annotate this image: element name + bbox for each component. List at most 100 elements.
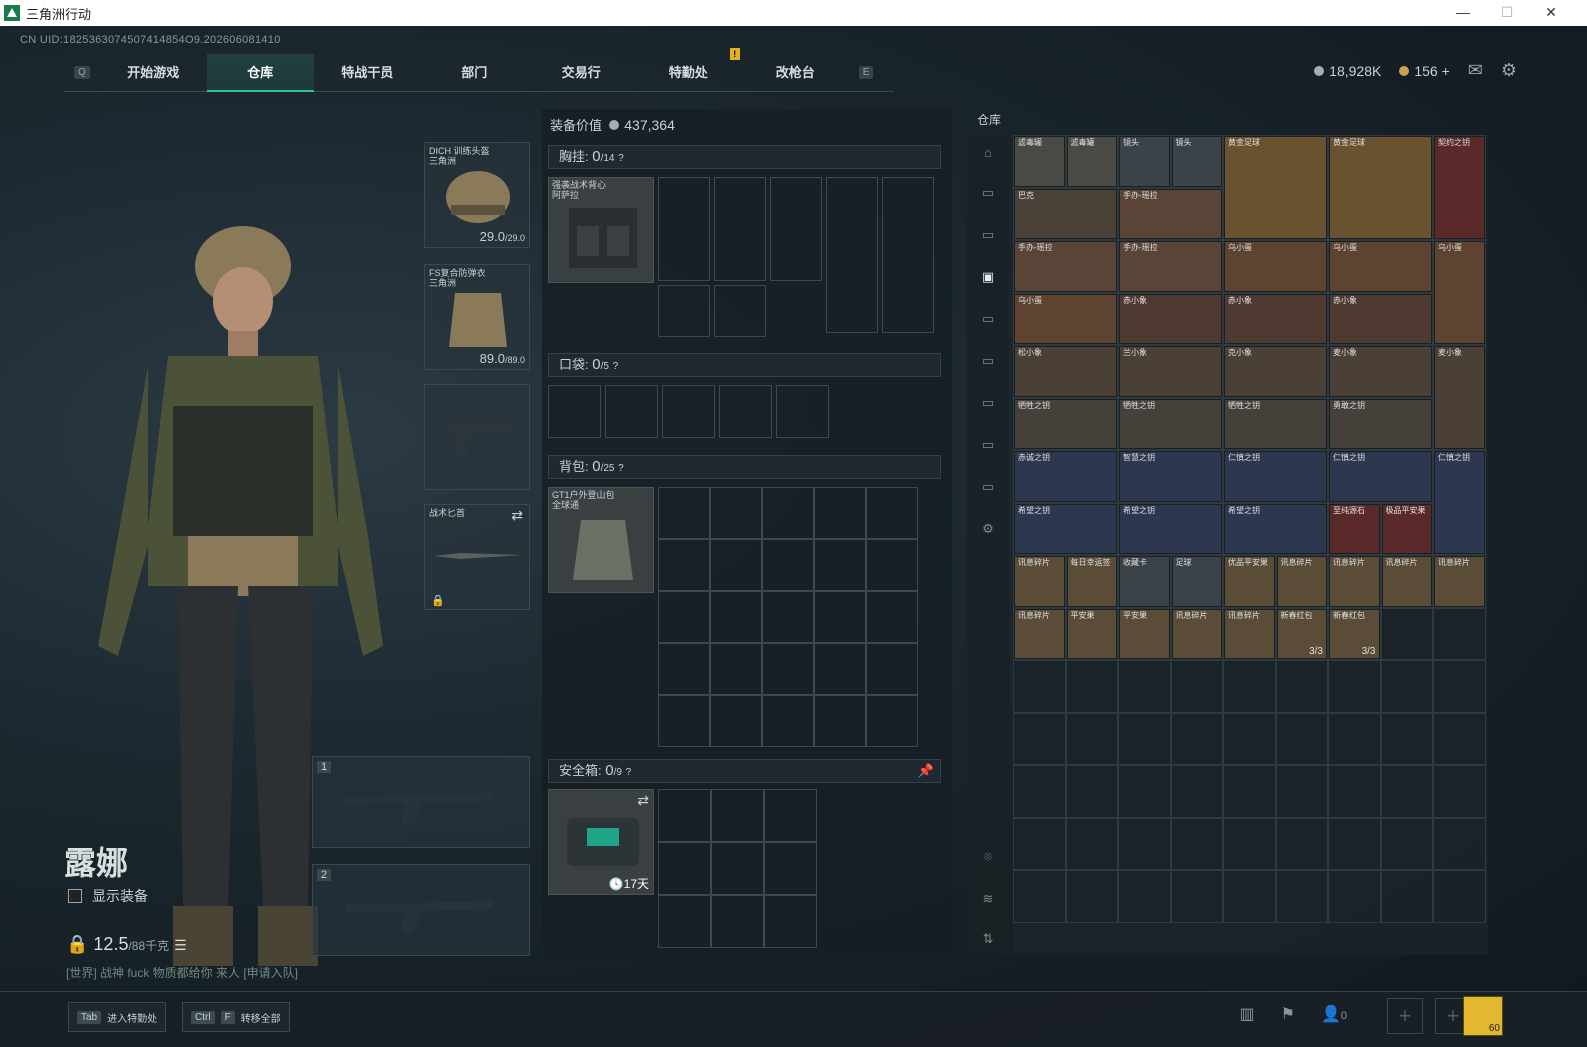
warehouse-item[interactable]: 克小象 xyxy=(1224,346,1327,397)
warehouse-item[interactable]: 讯息碎片 xyxy=(1329,556,1380,607)
warehouse-cell[interactable] xyxy=(1013,660,1066,713)
pistol-slot[interactable] xyxy=(424,384,530,490)
add-gold-button[interactable]: + xyxy=(1442,63,1450,79)
pocket-cell[interactable] xyxy=(719,385,772,438)
primary-weapon-slot-1[interactable]: 1 xyxy=(312,756,530,848)
checkbox[interactable] xyxy=(68,889,82,903)
warehouse-item[interactable]: 仁慎之钥 xyxy=(1329,451,1432,502)
backpack-cell[interactable] xyxy=(762,539,814,591)
warehouse-cell[interactable] xyxy=(1170,817,1223,870)
warehouse-item[interactable]: 每日幸运签 xyxy=(1066,556,1117,607)
warehouse-item[interactable]: 手办-瑶拉 xyxy=(1014,241,1117,292)
warehouse-item[interactable]: 乌小蛋 xyxy=(1014,293,1117,344)
trophy-icon[interactable]: ⌾ xyxy=(978,849,998,867)
warehouse-cell[interactable] xyxy=(1223,660,1276,713)
warehouse-item[interactable]: 麦小象 xyxy=(1434,346,1485,449)
warehouse-item[interactable]: 赤诚之钥 xyxy=(1014,451,1117,502)
backpack-cell[interactable] xyxy=(814,695,866,747)
player-avatar[interactable]: 60 xyxy=(1463,996,1503,1036)
close-button[interactable]: ✕ xyxy=(1529,0,1573,26)
chest-rig-cell[interactable] xyxy=(882,177,934,333)
warehouse-cell[interactable] xyxy=(1118,712,1171,765)
warehouse-cell[interactable] xyxy=(1275,660,1328,713)
warehouse-item[interactable]: 乌小蛋 xyxy=(1224,241,1327,292)
melee-slot[interactable]: 战术匕首 ⇄ 🔒 xyxy=(424,504,530,610)
tab-department[interactable]: 部门 xyxy=(421,54,528,92)
filter-gt1-icon[interactable]: ▭ xyxy=(978,185,998,203)
warehouse-cell[interactable] xyxy=(1328,712,1381,765)
warehouse-item[interactable]: 滤毒罐 xyxy=(1014,136,1065,187)
warehouse-item[interactable]: 松小象 xyxy=(1014,346,1117,397)
tab-gunsmith[interactable]: 改枪台 xyxy=(742,54,849,92)
warehouse-cell[interactable] xyxy=(1380,817,1433,870)
warehouse-item[interactable]: 牺牲之钥 xyxy=(1224,398,1327,449)
backpack-cell[interactable] xyxy=(710,539,762,591)
filter-iv2-icon[interactable]: ▭ xyxy=(978,437,998,455)
armor-slot[interactable]: FS复合防弹衣 三角洲 89.0/89.0 xyxy=(424,264,530,370)
warehouse-item[interactable]: 手办-瑶拉 xyxy=(1119,241,1222,292)
warehouse-cell[interactable] xyxy=(1013,817,1066,870)
warehouse-cell[interactable] xyxy=(1380,712,1433,765)
transfer-all-button[interactable]: Ctrl F 转移全部 xyxy=(182,1002,290,1032)
warehouse-item[interactable]: 仁慎之钥 xyxy=(1434,451,1485,554)
backpack-cell[interactable] xyxy=(814,487,866,539)
backpack-cell[interactable] xyxy=(658,643,710,695)
backpack-cell[interactable] xyxy=(814,539,866,591)
help-icon[interactable]: ? xyxy=(626,767,632,778)
settings-icon[interactable]: ⚙ xyxy=(978,521,998,539)
chest-rig-item[interactable]: 强袭战术背心 阿萨拉 xyxy=(548,177,654,283)
warehouse-item[interactable]: 仁慎之钥 xyxy=(1224,451,1327,502)
warehouse-cell[interactable] xyxy=(1275,817,1328,870)
warehouse-cell[interactable] xyxy=(1170,712,1223,765)
warehouse-cell[interactable] xyxy=(1433,817,1486,870)
show-equipment-toggle[interactable]: 显示装备 xyxy=(68,886,148,906)
backpack-cell[interactable] xyxy=(866,487,918,539)
swap-icon[interactable]: ⇄ xyxy=(637,792,649,809)
warehouse-item[interactable]: 乌小蛋 xyxy=(1329,241,1432,292)
warehouse-cell[interactable] xyxy=(1065,765,1118,818)
warehouse-cell[interactable] xyxy=(1170,870,1223,923)
filter-v1-icon[interactable]: ▭ xyxy=(978,311,998,329)
enter-special-office-button[interactable]: Tab 进入特勤处 xyxy=(68,1002,167,1032)
warehouse-cell[interactable] xyxy=(1118,870,1171,923)
minimize-button[interactable]: — xyxy=(1441,0,1485,26)
safebox-item[interactable]: ⇄ 🕓17天 xyxy=(548,789,654,895)
backpack-cell[interactable] xyxy=(710,643,762,695)
backpack-cell[interactable] xyxy=(866,591,918,643)
filter-iv1-icon[interactable]: ▭ xyxy=(978,395,998,413)
backpack-cell[interactable] xyxy=(866,643,918,695)
warehouse-item[interactable]: 讯息碎片 xyxy=(1381,556,1432,607)
warehouse-cell[interactable] xyxy=(1118,660,1171,713)
warehouse-cell[interactable] xyxy=(1433,870,1486,923)
friends-icon[interactable]: 👤0 xyxy=(1321,1004,1347,1024)
pocket-cell[interactable] xyxy=(548,385,601,438)
backpack-cell[interactable] xyxy=(762,695,814,747)
warehouse-item[interactable]: 智慧之钥 xyxy=(1119,451,1222,502)
nav-prev-key[interactable]: Q xyxy=(74,66,90,79)
warehouse-cell[interactable] xyxy=(1223,870,1276,923)
backpack-cell[interactable] xyxy=(658,487,710,539)
warehouse-cell[interactable] xyxy=(1433,765,1486,818)
chest-rig-cell[interactable] xyxy=(826,177,878,333)
warehouse-item[interactable]: 平安果 xyxy=(1119,608,1170,659)
filter-gt2-icon[interactable]: ▭ xyxy=(978,227,998,245)
warehouse-item[interactable]: 收藏卡 xyxy=(1119,556,1170,607)
warehouse-item[interactable]: 黄金足球 xyxy=(1329,136,1432,239)
chest-rig-cell[interactable] xyxy=(770,177,822,281)
warehouse-cell[interactable] xyxy=(1170,765,1223,818)
backpack-cell[interactable] xyxy=(866,539,918,591)
flag-icon[interactable]: ⚑ xyxy=(1281,1004,1295,1024)
warehouse-item[interactable]: 新春红包 3/3 xyxy=(1329,608,1380,659)
help-icon[interactable]: ? xyxy=(613,361,619,372)
warehouse-cell[interactable] xyxy=(1433,660,1486,713)
mail-icon[interactable]: ✉ xyxy=(1468,60,1483,81)
backpack-cell[interactable] xyxy=(814,643,866,695)
warehouse-item[interactable]: 麦小象 xyxy=(1329,346,1432,397)
filter-v2-icon[interactable]: ▭ xyxy=(978,353,998,371)
warehouse-cell[interactable] xyxy=(1013,712,1066,765)
list-icon[interactable]: ☰ xyxy=(174,937,187,953)
warehouse-item[interactable]: 兰小象 xyxy=(1119,346,1222,397)
warehouse-cell[interactable] xyxy=(1013,870,1066,923)
warehouse-item[interactable]: 讯息碎片 xyxy=(1276,556,1327,607)
warehouse-item[interactable]: 巴克 xyxy=(1014,188,1117,239)
